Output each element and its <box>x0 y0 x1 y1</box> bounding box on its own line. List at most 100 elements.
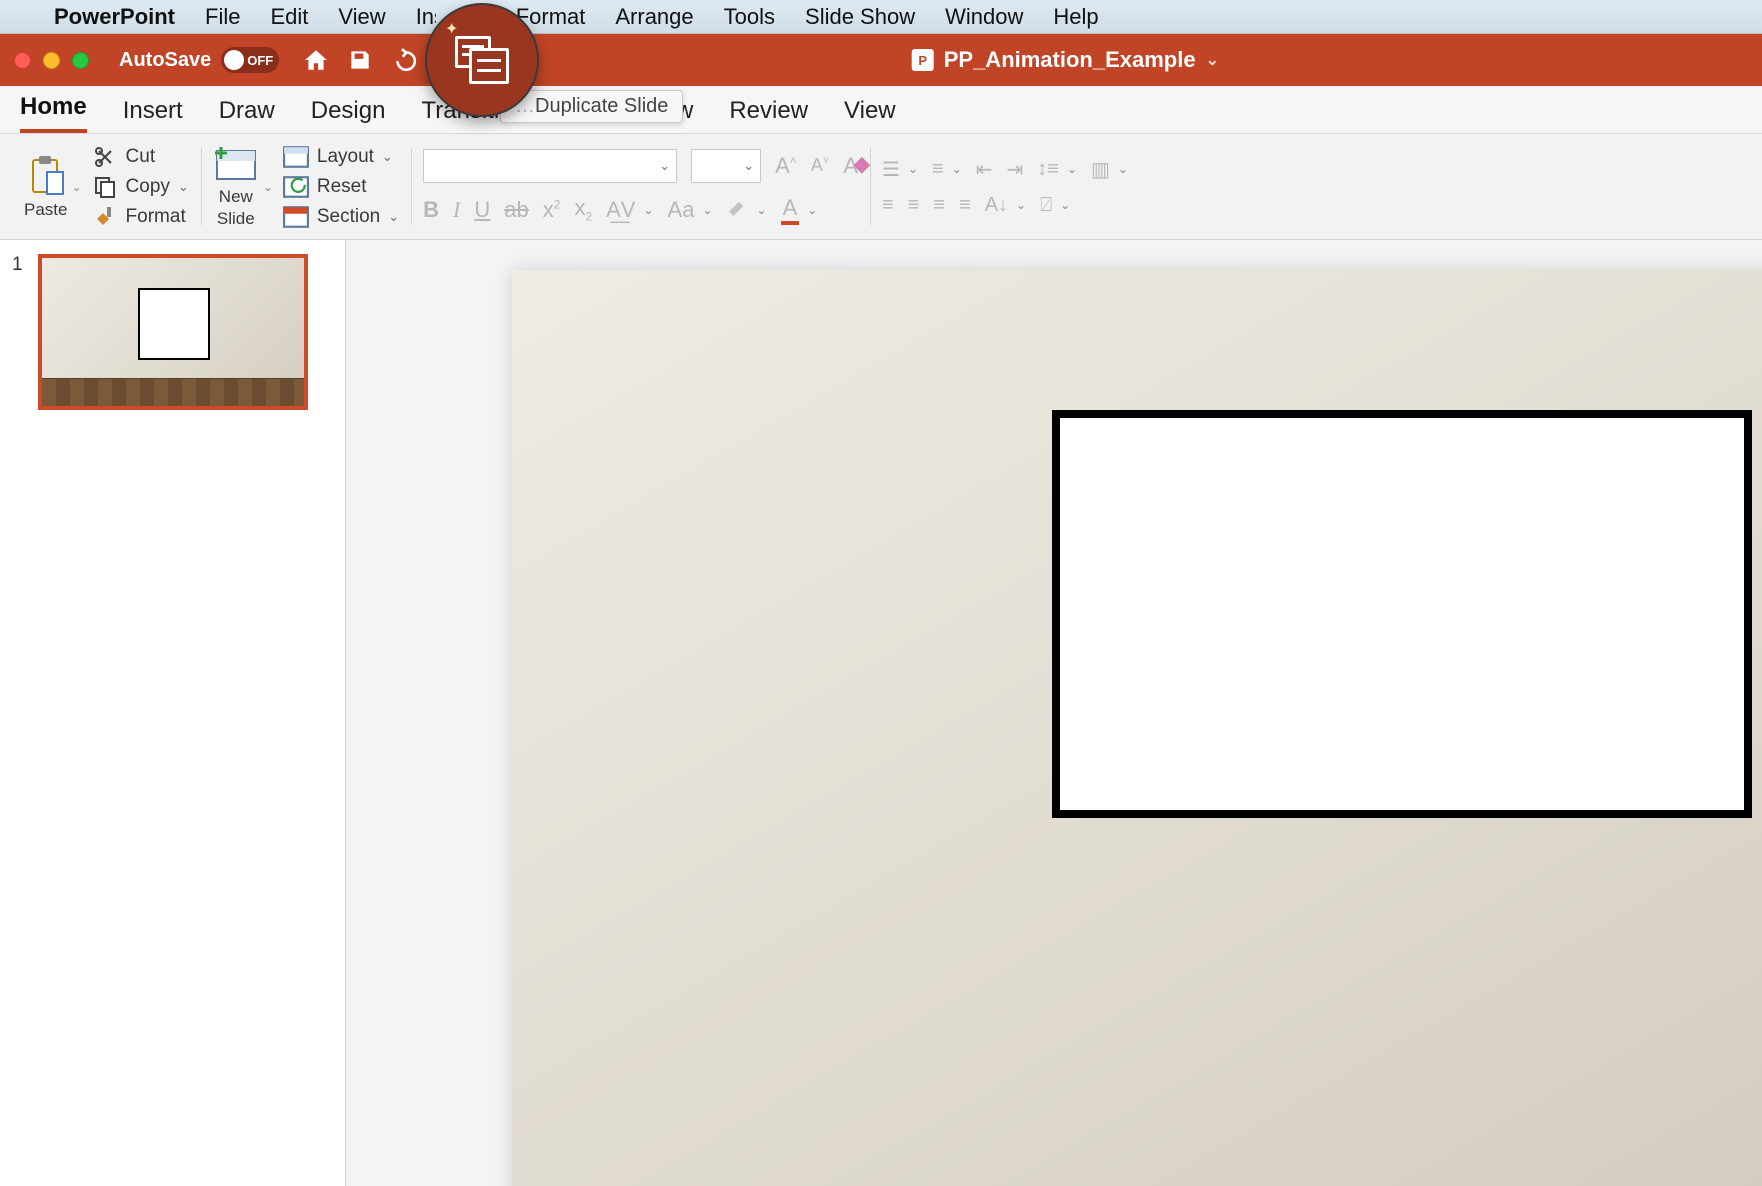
slide-thumbnail-image[interactable] <box>38 254 308 410</box>
tab-insert[interactable]: Insert <box>123 97 183 133</box>
increase-indent-button[interactable]: ⇥ <box>1007 157 1024 182</box>
document-name: PP_Animation_Example <box>944 47 1196 73</box>
menu-arrange[interactable]: Arrange <box>615 4 693 30</box>
section-button[interactable]: Section ⌄ <box>283 205 399 229</box>
ribbon-home: Paste ⌄ Cut Copy ⌄ Format <box>0 134 1762 240</box>
powerpoint-file-icon: P <box>912 49 934 71</box>
section-icon <box>283 205 309 229</box>
group-clipboard: Paste ⌄ Cut Copy ⌄ Format <box>12 140 201 233</box>
slide-canvas-area[interactable] <box>346 240 1762 1186</box>
new-slide-button[interactable]: New Slide <box>213 145 259 229</box>
font-color-button[interactable]: A <box>781 195 800 225</box>
autosave-label: AutoSave <box>119 49 211 72</box>
slide-number: 1 <box>12 254 28 410</box>
tab-review[interactable]: Review <box>729 97 808 133</box>
layout-icon <box>283 145 309 169</box>
document-title[interactable]: P PP_Animation_Example ⌄ <box>912 47 1219 73</box>
menu-view[interactable]: View <box>338 4 385 30</box>
window-titlebar: AutoSave OFF ⌄ P PP_Animation_Example ⌄ <box>0 34 1762 86</box>
window-controls <box>14 52 89 69</box>
chevron-down-icon: ⌄ <box>178 179 189 195</box>
duplicate-slide-icon <box>455 36 509 84</box>
paste-dropdown-icon[interactable]: ⌄ <box>71 180 81 194</box>
home-button[interactable] <box>301 45 331 75</box>
cut-button[interactable]: Cut <box>92 145 189 169</box>
text-direction-button[interactable]: A↓ <box>985 194 1008 217</box>
character-spacing-button[interactable]: A͟V <box>606 197 635 223</box>
subscript-button[interactable]: x2 <box>574 195 592 223</box>
paintbrush-icon <box>92 205 118 229</box>
superscript-button[interactable]: x2 <box>543 197 561 223</box>
tab-view[interactable]: View <box>844 97 896 133</box>
menu-tools[interactable]: Tools <box>724 4 775 30</box>
strikethrough-button[interactable]: ab <box>504 197 528 223</box>
menu-window[interactable]: Window <box>945 4 1023 30</box>
zoom-window-button[interactable] <box>72 52 89 69</box>
new-slide-label-2: Slide <box>217 209 255 229</box>
group-font: ⌄ ⌄ A˄ A˅ A◆ B I U ab x2 x2 A͟V⌄ Aa⌄ ⌄ A… <box>411 140 870 233</box>
decrease-indent-button[interactable]: ⇤ <box>976 157 993 182</box>
numbering-button[interactable]: ≡ <box>932 158 944 181</box>
duplicate-slide-tooltip: …Duplicate Slide <box>500 90 683 123</box>
menu-file[interactable]: File <box>205 4 240 30</box>
underline-button[interactable]: U <box>474 197 490 223</box>
group-paragraph: ☰⌄ ≡⌄ ⇤ ⇥ ↕≡⌄ ▥⌄ ≡ ≡ ≡ ≡ A↓⌄ ⍁⌄ <box>870 140 1140 233</box>
bold-button[interactable]: B <box>423 197 439 223</box>
tab-home[interactable]: Home <box>20 93 87 133</box>
autosave-toggle[interactable]: OFF <box>221 47 279 73</box>
line-spacing-button[interactable]: ↕≡ <box>1037 158 1059 181</box>
columns-button[interactable]: ▥ <box>1091 157 1110 182</box>
copy-icon <box>92 175 118 199</box>
italic-button[interactable]: I <box>453 197 460 223</box>
new-slide-label-1: New <box>219 187 253 207</box>
paste-label: Paste <box>24 200 67 220</box>
close-window-button[interactable] <box>14 52 31 69</box>
minimize-window-button[interactable] <box>43 52 60 69</box>
slide-thumbnail-1[interactable]: 1 <box>12 254 333 410</box>
shrink-font-button[interactable]: A˅ <box>811 155 829 176</box>
undo-button[interactable] <box>389 45 419 75</box>
duplicate-slide-qat-button[interactable]: ✦ <box>425 3 539 117</box>
format-painter-button[interactable]: Format <box>92 205 189 229</box>
clear-formatting-button[interactable]: A◆ <box>843 153 858 179</box>
align-right-button[interactable]: ≡ <box>933 194 945 217</box>
tab-draw[interactable]: Draw <box>219 97 275 133</box>
save-button[interactable] <box>345 45 375 75</box>
autosave-state: OFF <box>247 53 273 68</box>
justify-button[interactable]: ≡ <box>959 194 971 217</box>
align-left-button[interactable]: ≡ <box>882 194 894 217</box>
menu-help[interactable]: Help <box>1053 4 1098 30</box>
align-center-button[interactable]: ≡ <box>908 194 920 217</box>
mac-menubar: PowerPoint File Edit View Insert Format … <box>0 0 1762 34</box>
picture-frame-shape[interactable] <box>1052 410 1752 818</box>
chevron-down-icon: ⌄ <box>659 158 670 174</box>
font-name-combo[interactable]: ⌄ <box>423 149 677 183</box>
grow-font-button[interactable]: A˄ <box>775 153 797 179</box>
menu-slideshow[interactable]: Slide Show <box>805 4 915 30</box>
ribbon-tabs: Home Insert Draw Design Transiti s Slide… <box>0 86 1762 134</box>
paste-button[interactable]: Paste <box>24 154 67 220</box>
chevron-down-icon: ⌄ <box>388 209 399 225</box>
slide-thumbnail-pane[interactable]: 1 <box>0 240 346 1186</box>
app-menu[interactable]: PowerPoint <box>54 4 175 30</box>
highlight-button[interactable] <box>727 196 749 224</box>
layout-button[interactable]: Layout ⌄ <box>283 145 399 169</box>
menu-edit[interactable]: Edit <box>270 4 308 30</box>
slide-canvas[interactable] <box>512 270 1762 1186</box>
chevron-down-icon: ⌄ <box>382 149 393 165</box>
reset-icon <box>283 175 309 199</box>
scissors-icon <box>92 145 118 169</box>
reset-button[interactable]: Reset <box>283 175 399 199</box>
copy-button[interactable]: Copy ⌄ <box>92 175 189 199</box>
bullets-button[interactable]: ☰ <box>882 157 900 182</box>
chevron-down-icon: ⌄ <box>743 158 754 174</box>
autosave-control[interactable]: AutoSave OFF <box>119 47 279 73</box>
tab-design[interactable]: Design <box>311 97 386 133</box>
workspace: 1 <box>0 240 1762 1186</box>
new-slide-dropdown-icon[interactable]: ⌄ <box>263 180 273 194</box>
align-text-button[interactable]: ⍁ <box>1040 194 1052 217</box>
font-size-combo[interactable]: ⌄ <box>691 149 761 183</box>
group-slides: New Slide ⌄ Layout ⌄ Reset Section ⌄ <box>201 140 411 233</box>
menu-insert[interactable]: Insert <box>416 4 436 30</box>
change-case-button[interactable]: Aa <box>668 197 695 223</box>
